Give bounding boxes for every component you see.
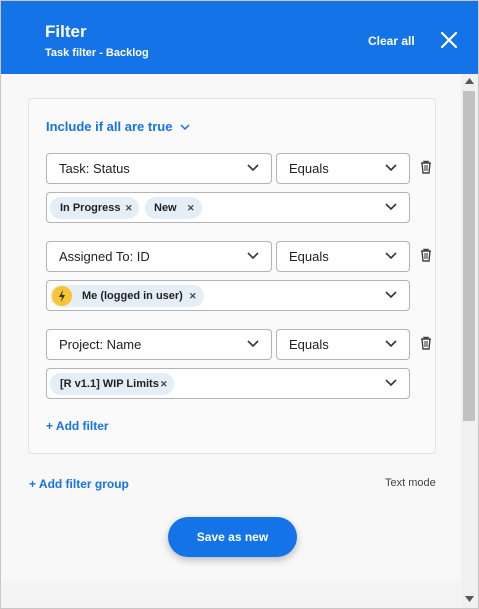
chevron-down-icon (247, 252, 259, 260)
value-chip-label: Me (logged in user) (82, 290, 183, 302)
chevron-down-icon (385, 340, 397, 348)
dialog-header: Filter Task filter - Backlog Clear all (1, 1, 478, 74)
value-chip: In Progress ✕ (50, 197, 139, 219)
add-filter-group-button[interactable]: + Add filter group (29, 477, 129, 491)
dialog-title: Filter (45, 22, 87, 41)
chevron-down-icon (385, 252, 397, 260)
add-filter-button[interactable]: + Add filter (46, 419, 109, 433)
field-select[interactable]: Assigned To: ID (46, 241, 272, 272)
remove-chip-icon[interactable]: ✕ (160, 373, 168, 395)
field-select-value: Project: Name (59, 337, 142, 352)
field-select[interactable]: Project: Name (46, 329, 272, 360)
remove-chip-icon[interactable]: ✕ (189, 285, 197, 307)
filter-group: Include if all are true Task: Status Equ… (28, 98, 436, 454)
trash-icon[interactable] (419, 336, 435, 352)
value-chip-label: [R v1.1] WIP Limits (60, 378, 159, 390)
trash-icon[interactable] (419, 248, 435, 264)
lightning-icon (52, 286, 72, 306)
operator-select-value: Equals (289, 337, 329, 352)
field-select-value: Task: Status (59, 161, 130, 176)
scroll-down-icon[interactable] (465, 596, 474, 602)
text-mode-button[interactable]: Text mode (385, 477, 436, 489)
chevron-down-icon (247, 340, 259, 348)
remove-chip-icon[interactable]: ✕ (125, 197, 133, 219)
remove-chip-icon[interactable]: ✕ (187, 197, 195, 219)
operator-select[interactable]: Equals (276, 241, 410, 272)
dialog-content: Include if all are true Task: Status Equ… (1, 74, 461, 608)
field-select-value: Assigned To: ID (59, 249, 150, 264)
values-multiselect[interactable]: In Progress ✕ New ✕ (46, 192, 410, 223)
value-chip-label: In Progress (60, 202, 121, 214)
chevron-down-icon (247, 164, 259, 172)
dialog-footer (1, 581, 461, 608)
chevron-down-icon (180, 124, 190, 131)
value-chip-label: New (154, 202, 177, 214)
operator-select[interactable]: Equals (276, 153, 410, 184)
values-multiselect[interactable]: Me (logged in user) ✕ (46, 280, 410, 311)
scrollbar-thumb[interactable] (463, 91, 475, 421)
operator-select[interactable]: Equals (276, 329, 410, 360)
chevron-down-icon (385, 164, 397, 172)
value-chip: New ✕ (145, 197, 202, 219)
chevron-down-icon (385, 379, 397, 387)
group-mode-dropdown[interactable]: Include if all are true (46, 119, 190, 134)
chevron-down-icon (385, 203, 397, 211)
chevron-down-icon (385, 291, 397, 299)
values-multiselect[interactable]: [R v1.1] WIP Limits ✕ (46, 368, 410, 399)
scroll-up-icon[interactable] (465, 78, 474, 84)
save-as-new-button[interactable]: Save as new (168, 517, 297, 557)
operator-select-value: Equals (289, 161, 329, 176)
vertical-scrollbar[interactable] (461, 74, 478, 608)
trash-icon[interactable] (419, 160, 435, 176)
clear-all-button[interactable]: Clear all (368, 34, 415, 48)
value-chip: [R v1.1] WIP Limits ✕ (50, 373, 174, 395)
group-mode-label: Include if all are true (46, 119, 173, 134)
operator-select-value: Equals (289, 249, 329, 264)
value-chip: Me (logged in user) ✕ (50, 285, 204, 307)
close-icon[interactable] (439, 30, 459, 50)
dialog-subtitle: Task filter - Backlog (45, 47, 149, 59)
field-select[interactable]: Task: Status (46, 153, 272, 184)
filter-dialog: Filter Task filter - Backlog Clear all I… (0, 0, 479, 609)
